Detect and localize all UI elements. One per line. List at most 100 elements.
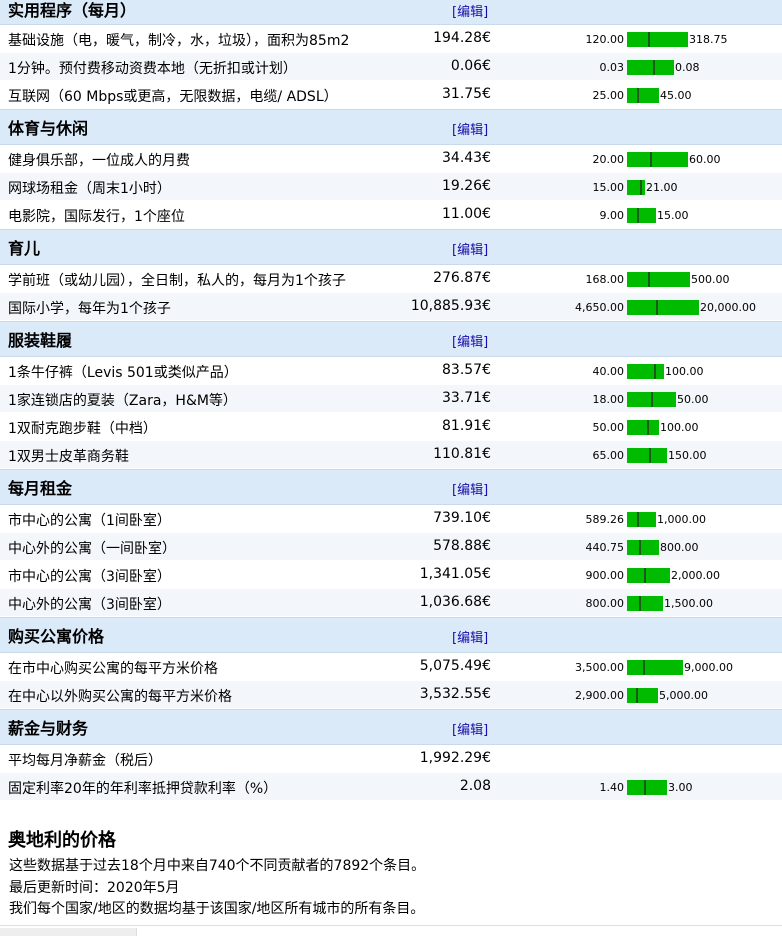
bottom-tab[interactable] xyxy=(0,928,137,936)
range-bar xyxy=(627,420,659,435)
item-label: 网球场租金（周末1小时） xyxy=(8,181,171,197)
range-min: 589.26 xyxy=(585,513,625,526)
range-bar xyxy=(627,540,659,555)
range-min: 65.00 xyxy=(592,449,625,462)
table-row: 中心外的公寓（3间卧室） 1,036.68€ 800.00 1,500.00 xyxy=(0,589,782,617)
item-price: 1,036.68€ xyxy=(419,594,491,610)
item-label: 1双耐克跑步鞋（中档） xyxy=(8,421,157,437)
range-bar xyxy=(627,88,659,103)
table-row: 1分钟。预付费移动资费本地（无折扣或计划） 0.06€ 0.03 0.08 xyxy=(0,53,782,81)
edit-link[interactable]: [编辑] xyxy=(452,627,488,646)
range-min: 1.40 xyxy=(599,781,625,794)
item-label: 在中心以外购买公寓的每平方米价格 xyxy=(8,689,232,705)
table-row: 国际小学，每年为1个孩子 10,885.93€ 4,650.00 20,000.00 xyxy=(0,293,782,321)
item-price: 11.00€ xyxy=(442,206,491,222)
range-max: 1,000.00 xyxy=(657,513,706,526)
range-max: 1,500.00 xyxy=(664,597,713,610)
edit-link[interactable]: [编辑] xyxy=(452,239,488,258)
item-label: 电影院，国际发行，1个座位 xyxy=(8,209,185,225)
range-bar xyxy=(627,660,683,675)
item-price: 276.87€ xyxy=(433,270,491,286)
footer-line-method: 我们每个国家/地区的数据均基于该国家/地区所有城市的所有条目。 xyxy=(9,901,425,917)
range-bar xyxy=(627,272,690,287)
item-price: 3,532.55€ xyxy=(419,686,491,702)
range-avg-marker xyxy=(637,88,639,103)
range-bar xyxy=(627,364,664,379)
table-row: 市中心的公寓（1间卧室） 739.10€ 589.26 1,000.00 xyxy=(0,505,782,533)
table-row: 网球场租金（周末1小时） 19.26€ 15.00 21.00 xyxy=(0,173,782,201)
item-price: 83.57€ xyxy=(442,362,491,378)
range-max: 15.00 xyxy=(657,209,689,222)
range-min: 900.00 xyxy=(585,569,625,582)
edit-link[interactable]: [编辑] xyxy=(452,1,488,20)
range-max: 5,000.00 xyxy=(659,689,708,702)
range-max: 150.00 xyxy=(668,449,707,462)
range-bar xyxy=(627,180,645,195)
footer-line-updated: 最后更新时间：2020年5月 xyxy=(9,880,180,896)
range-avg-marker xyxy=(648,32,650,47)
range-avg-marker xyxy=(637,512,639,527)
section-title: 实用程序（每月） xyxy=(8,1,137,20)
item-label: 1双男士皮革商务鞋 xyxy=(8,449,129,465)
section-title: 每月租金 xyxy=(8,479,73,498)
item-label: 市中心的公寓（3间卧室） xyxy=(8,569,171,585)
range-max: 318.75 xyxy=(689,33,728,46)
item-price: 31.75€ xyxy=(442,86,491,102)
section-title: 服装鞋履 xyxy=(8,331,73,350)
item-price: 5,075.49€ xyxy=(419,658,491,674)
footer-line-entries: 这些数据基于过去18个月中来自740个不同贡献者的7892个条目。 xyxy=(9,858,426,874)
table-row: 平均每月净薪金（税后） 1,992.29€ xyxy=(0,745,782,773)
range-min: 40.00 xyxy=(592,365,625,378)
item-price: 194.28€ xyxy=(433,30,491,46)
edit-link[interactable]: [编辑] xyxy=(452,331,488,350)
section-header: 实用程序（每月） [编辑] xyxy=(0,0,782,25)
range-avg-marker xyxy=(643,660,645,675)
range-bar xyxy=(627,60,674,75)
section-header: 购买公寓价格 [编辑] xyxy=(0,617,782,653)
edit-link[interactable]: [编辑] xyxy=(452,719,488,738)
section-title: 育儿 xyxy=(8,239,41,258)
item-price: 1,992.29€ xyxy=(419,750,491,766)
range-min: 800.00 xyxy=(585,597,625,610)
item-label: 基础设施（电，暖气，制冷，水，垃圾），面积为85m2 xyxy=(8,33,350,49)
table-row: 学前班（或幼儿园），全日制，私人的，每月为1个孩子 276.87€ 168.00 50… xyxy=(0,265,782,293)
range-max: 60.00 xyxy=(689,153,721,166)
range-max: 20,000.00 xyxy=(700,301,756,314)
table-row: 电影院，国际发行，1个座位 11.00€ 9.00 15.00 xyxy=(0,201,782,229)
range-bar xyxy=(627,688,658,703)
item-label: 1条牛仔裤（Levis 501或类似产品） xyxy=(8,365,238,381)
item-label: 在市中心购买公寓的每平方米价格 xyxy=(8,661,218,677)
cost-table: 实用程序（每月） [编辑] 基础设施（电，暖气，制冷，水，垃圾），面积为85m2 19… xyxy=(0,0,782,801)
item-label: 健身俱乐部，一位成人的月费 xyxy=(8,153,190,169)
range-avg-marker xyxy=(649,448,651,463)
table-row: 固定利率20年的年利率抵押贷款利率（%） 2.08 1.40 3.00 xyxy=(0,773,782,801)
edit-link[interactable]: [编辑] xyxy=(452,119,488,138)
range-min: 9.00 xyxy=(599,209,625,222)
item-price: 578.88€ xyxy=(433,538,491,554)
range-bar xyxy=(627,208,656,223)
range-avg-marker xyxy=(648,272,650,287)
item-label: 互联网（60 Mbps或更高，无限数据，电缆/ ADSL） xyxy=(8,89,338,105)
table-row: 基础设施（电，暖气，制冷，水，垃圾），面积为85m2 194.28€ 120.00 3… xyxy=(0,25,782,53)
table-row: 在中心以外购买公寓的每平方米价格 3,532.55€ 2,900.00 5,000.0… xyxy=(0,681,782,709)
range-max: 21.00 xyxy=(646,181,678,194)
range-min: 120.00 xyxy=(585,33,625,46)
range-max: 100.00 xyxy=(665,365,704,378)
item-price: 19.26€ xyxy=(442,178,491,194)
section-header: 育儿 [编辑] xyxy=(0,229,782,265)
section-header: 每月租金 [编辑] xyxy=(0,469,782,505)
item-label: 1分钟。预付费移动资费本地（无折扣或计划） xyxy=(8,61,297,77)
range-max: 3.00 xyxy=(668,781,693,794)
section-header: 服装鞋履 [编辑] xyxy=(0,321,782,357)
range-avg-marker xyxy=(637,208,639,223)
item-label: 固定利率20年的年利率抵押贷款利率（%） xyxy=(8,781,278,797)
range-avg-marker xyxy=(656,300,658,315)
range-avg-marker xyxy=(640,180,642,195)
table-row: 在市中心购买公寓的每平方米价格 5,075.49€ 3,500.00 9,000.00 xyxy=(0,653,782,681)
section-header: 体育与休闲 [编辑] xyxy=(0,109,782,145)
section-title: 薪金与财务 xyxy=(8,719,89,738)
item-price: 81.91€ xyxy=(442,418,491,434)
edit-link[interactable]: [编辑] xyxy=(452,479,488,498)
item-label: 平均每月净薪金（税后） xyxy=(8,753,162,769)
range-min: 0.03 xyxy=(599,61,625,74)
